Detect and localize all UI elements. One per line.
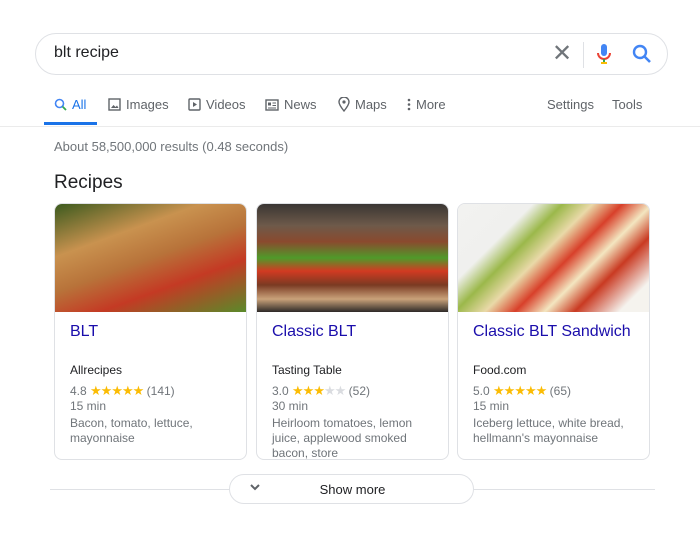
- show-more-label: Show more: [319, 482, 386, 497]
- tab-all[interactable]: All: [54, 97, 86, 112]
- image-icon: [108, 98, 121, 111]
- more-vert-icon: [407, 98, 411, 111]
- recipe-ingredients: Bacon, tomato, lettuce, mayonnaise: [70, 416, 193, 445]
- review-count: (141): [146, 384, 175, 398]
- recipe-ingredients: Heirloom tomatoes, lemon juice, applewoo…: [272, 416, 413, 460]
- settings-label: Settings: [547, 97, 594, 112]
- show-more-button[interactable]: Show more: [229, 474, 474, 504]
- recipe-time: 15 min: [473, 399, 510, 413]
- tab-label: Videos: [206, 97, 246, 112]
- tools-label: Tools: [612, 97, 643, 112]
- tab-maps[interactable]: Maps: [338, 97, 387, 112]
- section-title: Recipes: [54, 172, 123, 193]
- recipe-card[interactable]: Classic BLT Tasting Table 3.0 ★★★★★ (52)…: [256, 203, 449, 460]
- recipe-rating: 5.0 ★★★★★ (65): [473, 383, 571, 399]
- recipe-ingredients: Iceberg lettuce, white bread, hellmann's…: [473, 416, 624, 445]
- recipe-source: Food.com: [473, 363, 527, 377]
- divider: [583, 42, 584, 68]
- tab-label: News: [284, 97, 317, 112]
- search-icon: [54, 98, 67, 111]
- review-count: (65): [549, 384, 571, 398]
- recipe-title[interactable]: Classic BLT: [272, 323, 356, 341]
- tab-more[interactable]: More: [407, 97, 446, 112]
- result-stats: About 58,500,000 results (0.48 seconds): [54, 139, 289, 154]
- star-rating-icon: ★★★★★: [90, 383, 144, 398]
- tab-label: Maps: [355, 97, 387, 112]
- rating-value: 4.8: [70, 384, 87, 398]
- recipe-image: [458, 204, 649, 312]
- review-count: (52): [348, 384, 370, 398]
- search-input[interactable]: [54, 44, 534, 62]
- tab-images[interactable]: Images: [108, 97, 169, 112]
- microphone-icon[interactable]: [596, 43, 612, 70]
- tab-label: More: [416, 97, 446, 112]
- search-icon[interactable]: [631, 43, 653, 70]
- news-icon: [265, 98, 279, 111]
- tab-label: All: [72, 97, 87, 112]
- recipe-rating: 3.0 ★★★★★ (52): [272, 383, 370, 399]
- tools-link[interactable]: Tools: [612, 97, 642, 112]
- recipe-image: [257, 204, 448, 312]
- recipe-time: 30 min: [272, 399, 309, 413]
- recipe-time: 15 min: [70, 399, 107, 413]
- clear-icon[interactable]: ✕: [552, 42, 572, 66]
- map-pin-icon: [338, 97, 350, 112]
- tab-videos[interactable]: Videos: [188, 97, 246, 112]
- play-icon: [188, 98, 201, 111]
- recipe-title[interactable]: Classic BLT Sandwich: [473, 323, 631, 341]
- tab-label: Images: [126, 97, 169, 112]
- search-tabs: All Images Videos News Maps More Setting…: [0, 93, 700, 127]
- rating-value: 5.0: [473, 384, 490, 398]
- search-box[interactable]: ✕: [35, 33, 668, 75]
- recipe-card[interactable]: BLT Allrecipes 4.8 ★★★★★ (141) 15 min Ba…: [54, 203, 247, 460]
- recipe-rating: 4.8 ★★★★★ (141): [70, 383, 175, 399]
- tab-news[interactable]: News: [265, 97, 317, 112]
- recipe-image: [55, 204, 246, 312]
- rating-value: 3.0: [272, 384, 289, 398]
- star-rating-icon: ★★★★★: [493, 383, 547, 398]
- recipe-source: Tasting Table: [272, 363, 342, 377]
- recipe-title[interactable]: BLT: [70, 323, 98, 341]
- settings-link[interactable]: Settings: [547, 97, 594, 112]
- recipe-source: Allrecipes: [70, 363, 123, 377]
- recipe-card[interactable]: Classic BLT Sandwich Food.com 5.0 ★★★★★ …: [457, 203, 650, 460]
- star-rating-icon: ★★★★★: [292, 383, 346, 398]
- active-tab-indicator: [44, 122, 97, 125]
